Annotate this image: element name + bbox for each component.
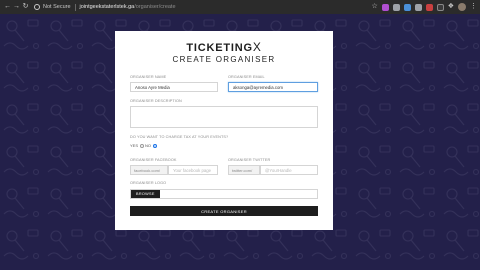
extension-icon[interactable] xyxy=(392,3,400,11)
brand-logo: TICKETINGX xyxy=(115,40,333,54)
page-title: CREATE ORGANISER xyxy=(172,55,276,64)
address-separator xyxy=(74,3,76,11)
reload-icon[interactable]: ↻ xyxy=(21,0,30,14)
organiser-facebook-input[interactable]: Your facebook page xyxy=(168,165,218,175)
puzzle-icon[interactable]: ❖ xyxy=(448,0,454,14)
browser-toolbar: ← → ↻ Not Secure jointgeekstaterlstek.ga… xyxy=(0,0,480,14)
organiser-facebook-label: ORGANISER FACEBOOK xyxy=(130,158,177,162)
organiser-twitter-label: ORGANISER TWITTER xyxy=(228,158,271,162)
back-icon[interactable]: ← xyxy=(3,0,12,14)
organiser-description-label: ORGANISER DESCRIPTION xyxy=(130,99,182,103)
organiser-email-label: ORGANISER EMAIL xyxy=(228,75,265,79)
browse-button[interactable]: BROWSE xyxy=(131,190,160,198)
facebook-prefix: facebook.com/ xyxy=(130,165,168,175)
url-host: jointgeekstaterlstek.ga xyxy=(79,4,135,10)
url-path: /organiser/create xyxy=(134,4,176,10)
organiser-twitter-input[interactable]: @YourHandle xyxy=(260,165,318,175)
create-organiser-card: TICKETINGX CREATE ORGANISER ORGANISER NA… xyxy=(115,31,333,230)
organiser-description-textarea[interactable] xyxy=(130,106,318,128)
radio-no[interactable] xyxy=(152,143,157,148)
twitter-prefix: twitter.com/ xyxy=(228,165,260,175)
radio-yes-label: YES xyxy=(130,143,139,148)
organiser-name-label: ORGANISER NAME xyxy=(130,75,167,79)
avatar[interactable] xyxy=(458,3,466,11)
address-bar[interactable]: Not Secure jointgeekstaterlstek.ga /orga… xyxy=(34,2,334,12)
tax-radio-group: YES NO xyxy=(130,143,157,148)
info-icon[interactable] xyxy=(34,4,40,10)
organiser-logo-file-input[interactable]: BROWSE xyxy=(130,189,318,199)
extension-icon[interactable] xyxy=(436,3,444,11)
organiser-logo-label: ORGANISER LOGO xyxy=(130,181,167,185)
extension-icon[interactable] xyxy=(403,3,411,11)
security-label: Not Secure xyxy=(43,4,71,10)
extension-icon[interactable] xyxy=(425,3,433,11)
forward-icon[interactable]: → xyxy=(12,0,21,14)
radio-yes[interactable] xyxy=(139,143,144,148)
extension-icon[interactable] xyxy=(414,3,422,11)
logo-suffix: X xyxy=(252,40,262,54)
menu-icon[interactable]: ⋮ xyxy=(470,0,477,14)
extension-icon[interactable] xyxy=(381,3,389,11)
radio-no-label: NO xyxy=(145,143,152,148)
create-organiser-button[interactable]: Create Organiser xyxy=(130,206,318,216)
tax-question-label: DO YOU WANT TO CHARGE TAX AT YOUR EVENTS… xyxy=(130,135,229,139)
logo-text: TICKETING xyxy=(186,42,253,54)
star-icon[interactable]: ☆ xyxy=(371,0,377,14)
organiser-name-input[interactable]: Anoso Ayre Media xyxy=(130,82,218,92)
organiser-email-input[interactable]: aksonga@ayremedia.com xyxy=(228,82,318,92)
